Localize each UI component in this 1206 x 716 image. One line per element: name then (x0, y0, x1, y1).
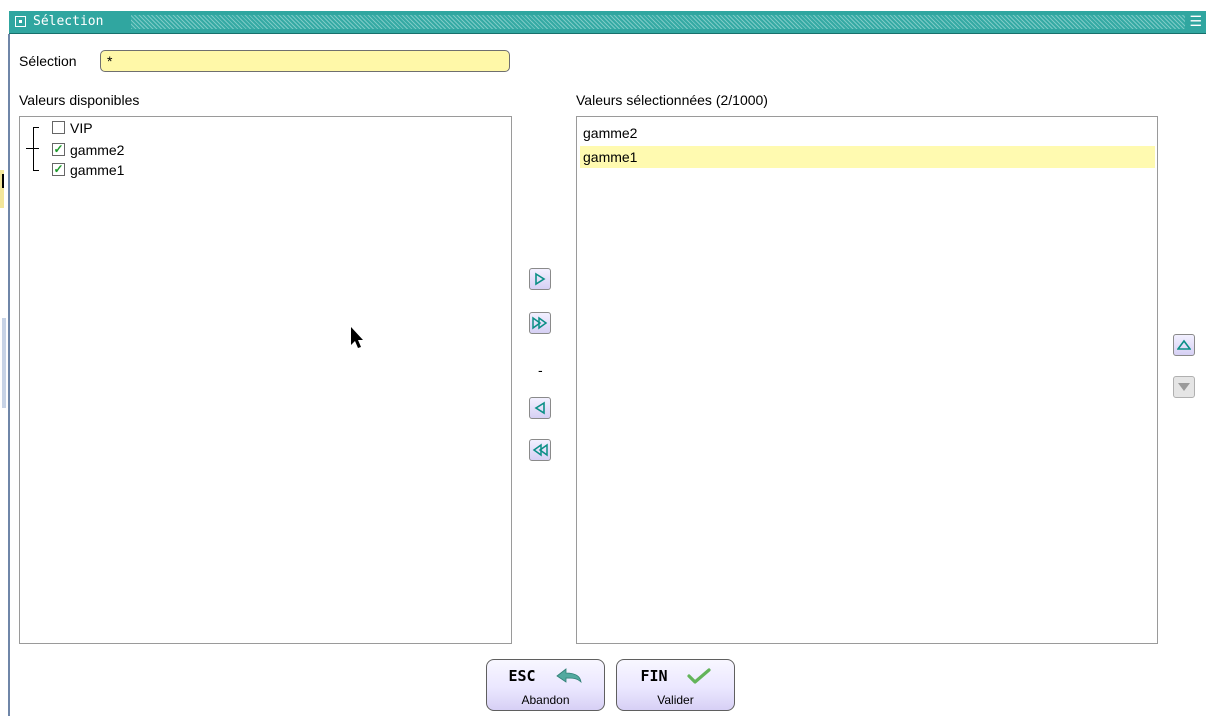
tree-item-label: gamme1 (70, 162, 125, 178)
double-arrow-right-icon (532, 316, 548, 330)
window-menu-icon[interactable]: ☰ (1189, 13, 1202, 29)
window-titlebar[interactable]: Sélection ☰ (9, 11, 1206, 34)
window-icon[interactable] (15, 16, 26, 27)
checkbox-checked-icon[interactable]: ✓ (52, 163, 65, 176)
left-edge-mark (2, 174, 4, 188)
move-down-button[interactable] (1173, 376, 1195, 398)
checkmark-icon (686, 667, 711, 684)
move-up-button[interactable] (1173, 334, 1195, 356)
tree-connector (33, 170, 39, 171)
available-values-tree[interactable]: VIP ✓ gamme2 ✓ gamme1 (19, 116, 512, 644)
available-values-label: Valeurs disponibles (19, 92, 140, 108)
arrow-left-icon (534, 401, 545, 415)
add-button[interactable] (529, 268, 551, 290)
esc-key-label: ESC (508, 666, 536, 685)
list-item[interactable]: gamme1 (580, 146, 1155, 168)
arrow-down-icon (1178, 383, 1190, 391)
checkbox-vip[interactable] (52, 121, 65, 134)
remove-all-button[interactable] (529, 439, 551, 461)
checkbox-checked-icon[interactable]: ✓ (52, 143, 65, 156)
arrow-right-icon (535, 272, 546, 286)
mouse-cursor-icon (351, 327, 363, 348)
tree-connector (33, 127, 39, 128)
left-edge-mark (2, 318, 6, 408)
selection-input[interactable] (100, 50, 510, 72)
window-title: Sélection (33, 14, 104, 29)
double-arrow-left-icon (532, 443, 548, 457)
fin-validate-button[interactable]: FIN Valider (616, 659, 735, 711)
add-all-button[interactable] (529, 312, 551, 334)
undo-arrow-icon (555, 667, 582, 683)
fin-key-label: FIN (640, 666, 668, 685)
tree-connector (26, 148, 33, 149)
arrow-up-icon (1177, 339, 1191, 350)
selection-label: Sélection (19, 53, 77, 69)
list-item[interactable]: gamme2 (580, 122, 1155, 144)
selected-values-list[interactable]: gamme2 gamme1 (576, 116, 1158, 644)
titlebar-hatch (131, 15, 1185, 29)
tree-item-label: VIP (70, 120, 93, 136)
fin-action-label: Valider (657, 693, 694, 707)
tree-item-label: gamme2 (70, 142, 125, 158)
remove-button[interactable] (529, 397, 551, 419)
selected-values-label: Valeurs sélectionnées (2/1000) (576, 92, 768, 108)
left-edge-line (8, 34, 10, 716)
separator: - (538, 362, 543, 378)
tree-connector (33, 127, 34, 171)
tree-connector (33, 148, 39, 149)
esc-abandon-button[interactable]: ESC Abandon (486, 659, 605, 711)
esc-action-label: Abandon (521, 693, 570, 707)
